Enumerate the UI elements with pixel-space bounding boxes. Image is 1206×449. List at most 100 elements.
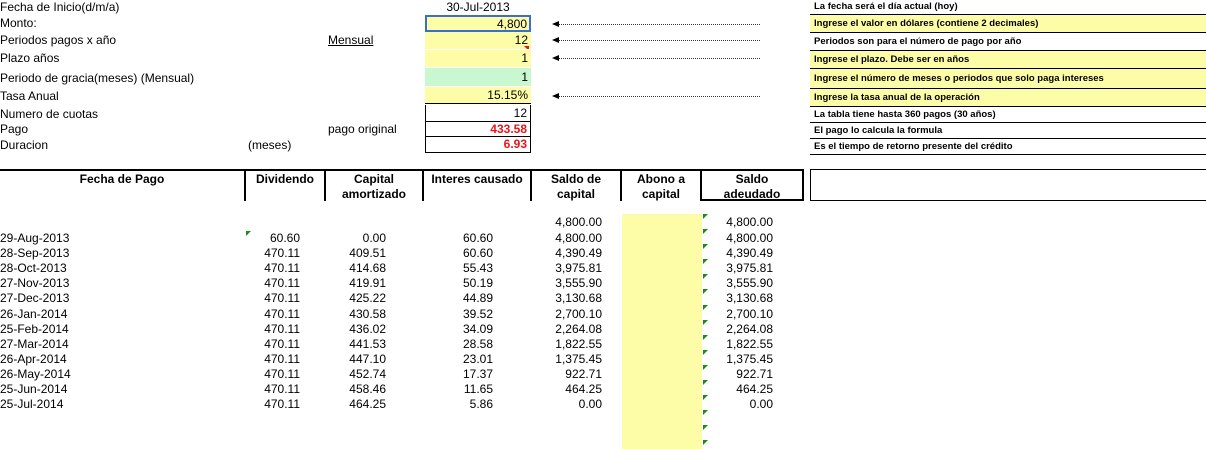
comment-marker-icon (703, 229, 708, 234)
note-rate: Ingrese la tasa anual de la operación (810, 88, 1206, 106)
cell-saldo-capital: 3,975.81 (555, 261, 602, 276)
table-row: 25-Jul-2014 470.11 464.25 5.86 0.00 0.00 (0, 397, 810, 412)
table-row: 25-Feb-2014 470.11 436.02 34.09 2,264.08 2,26… (0, 322, 810, 337)
header-saldo-adeudado-line2: adeudado (723, 187, 781, 201)
table-row: 29-Aug-2013 60.60 0.00 60.60 4,800.00 4,800.0… (0, 231, 810, 246)
installments-label: Numero de cuotas (0, 107, 99, 121)
cell-fecha: 27-Mar-2014 (0, 336, 69, 351)
header-abono-line2: capital (641, 187, 680, 201)
cell-fecha: 27-Dec-2013 (0, 291, 70, 306)
periods-input[interactable]: 12 (425, 32, 531, 49)
cell-saldo-capital: 0.00 (578, 397, 602, 412)
cell-saldo-capital: 1,375.45 (555, 351, 602, 366)
cell-interes: 60.60 (462, 246, 493, 261)
periods-mode-cell[interactable]: Mensual (328, 33, 373, 47)
cell-dividendo: 470.11 (264, 261, 300, 276)
cell-capital: 414.68 (349, 261, 386, 276)
header-interes: Interes causado (424, 169, 532, 201)
table-row: 27-Dec-2013 470.11 425.22 44.89 3,130.68 3,13… (0, 291, 810, 306)
rate-label: Tasa Anual (0, 89, 59, 103)
note-table: La tabla tiene hasta 360 pagos (30 años) (810, 106, 1206, 122)
header-abono-line1: Abono a (637, 172, 685, 186)
cell-saldo-adeudado: 464.25 (736, 382, 773, 396)
cell-saldo-adeudado: 4,800.00 (726, 231, 773, 245)
cell-interes: 34.09 (462, 321, 493, 336)
cell-capital: 441.53 (349, 336, 386, 351)
arrow-amount-icon (552, 21, 760, 27)
comment-marker-icon (703, 274, 708, 280)
cell-capital: 452.74 (349, 366, 386, 381)
cell-capital: 458.46 (349, 382, 386, 396)
cell-fecha: 26-May-2014 (0, 366, 71, 381)
cell-interes: 39.52 (462, 306, 493, 321)
duration-cell: 6.93 (425, 137, 531, 153)
cell-fecha: 26-Jan-2014 (0, 306, 68, 321)
comment-marker-icon (703, 319, 708, 325)
payment-label: Pago (0, 122, 29, 136)
cell-capital: 430.58 (349, 306, 386, 321)
table-row: 28-Sep-2013 470.11 409.51 60.60 4,390.49 4,39… (0, 246, 810, 261)
start-date-label: Fecha de Inicio(d/m/a) (0, 0, 120, 14)
cell-dividendo: 60.60 (269, 231, 300, 245)
cell-saldo-adeudado: 4,390.49 (726, 246, 773, 261)
cell-fecha: 25-Jun-2014 (0, 382, 68, 396)
cell-saldo-capital: 3,130.68 (555, 291, 602, 306)
arrow-periods-icon (552, 37, 760, 43)
comment-marker-icon (246, 231, 251, 236)
cell-fecha: 27-Nov-2013 (0, 276, 70, 291)
comment-marker-icon (703, 425, 708, 431)
header-saldo-adeudado-line1: Saldo (735, 172, 769, 186)
header-fecha-label: Fecha de Pago (79, 172, 165, 186)
cell-dividendo: 470.11 (264, 366, 300, 381)
cell-interes: 5.86 (469, 397, 493, 412)
comment-marker-icon (703, 214, 708, 219)
cell-dividendo: 470.11 (264, 397, 300, 412)
initial-saldo-adeudado: 4,800.00 (726, 215, 773, 229)
installments-cell: 12 (425, 105, 531, 121)
cell-interes: 11.65 (463, 382, 493, 396)
cell-capital: 464.25 (349, 397, 386, 412)
payment-sublabel: pago original (328, 122, 397, 136)
comment-marker-icon (703, 289, 708, 295)
rate-input[interactable]: 15.15% (425, 87, 531, 104)
table-row: 26-Jan-2014 470.11 430.58 39.52 2,700.10 2,70… (0, 307, 810, 322)
comment-marker-icon (703, 364, 708, 370)
table-row: 26-Apr-2014 470.11 447.10 23.01 1,375.45 1,37… (0, 352, 810, 367)
cell-fecha: 25-Feb-2014 (0, 321, 69, 336)
header-dividendo: Dividendo (246, 169, 326, 201)
cell-saldo-adeudado: 1,375.45 (726, 351, 773, 366)
table-row: 26-May-2014 470.11 452.74 17.37 922.71 922.71 (0, 367, 810, 382)
comment-marker-icon (703, 349, 708, 355)
duration-unit: (meses) (248, 138, 292, 152)
amount-input[interactable]: 4,800 (425, 15, 531, 32)
note-date: La fecha será el día actual (hoy) (814, 1, 958, 12)
header-fecha: Fecha de Pago (0, 169, 246, 201)
cell-dividendo: 470.11 (264, 321, 300, 336)
cell-capital: 0.00 (362, 231, 386, 245)
start-date-cell[interactable]: 30-Jul-2013 (425, 0, 531, 15)
table-row: 25-Jun-2014 470.11 458.46 11.65 464.25 464.25 (0, 382, 810, 397)
cell-interes: 44.89 (462, 291, 493, 306)
comment-marker-icon (703, 410, 708, 416)
amount-label: Monto: (0, 16, 37, 30)
notes-empty-box (810, 169, 1206, 201)
header-interes-label: Interes causado (431, 172, 523, 186)
cell-saldo-adeudado: 3,130.68 (726, 291, 773, 306)
cell-dividendo: 470.11 (264, 306, 300, 321)
periods-label: Periodos pagos x año (0, 33, 117, 47)
term-input[interactable]: 1 (425, 49, 531, 67)
cell-capital: 409.51 (349, 246, 386, 261)
cell-saldo-capital: 3,555.90 (555, 276, 602, 291)
cell-saldo-adeudado: 922.71 (736, 366, 773, 381)
cell-fecha: 28-Sep-2013 (0, 246, 70, 261)
grace-input[interactable]: 1 (425, 68, 531, 86)
comment-marker-icon (703, 440, 708, 446)
cell-interes: 23.01 (462, 351, 493, 366)
header-capital-line2: amortizado (341, 187, 406, 201)
header-dividendo-label: Dividendo (255, 172, 314, 186)
cell-saldo-adeudado: 2,700.10 (726, 306, 773, 321)
comment-marker-icon (703, 334, 708, 340)
cell-dividendo: 470.11 (264, 351, 300, 366)
header-saldo-adeudado: Saldo adeudado (702, 169, 804, 201)
cell-dividendo: 470.11 (264, 246, 300, 261)
